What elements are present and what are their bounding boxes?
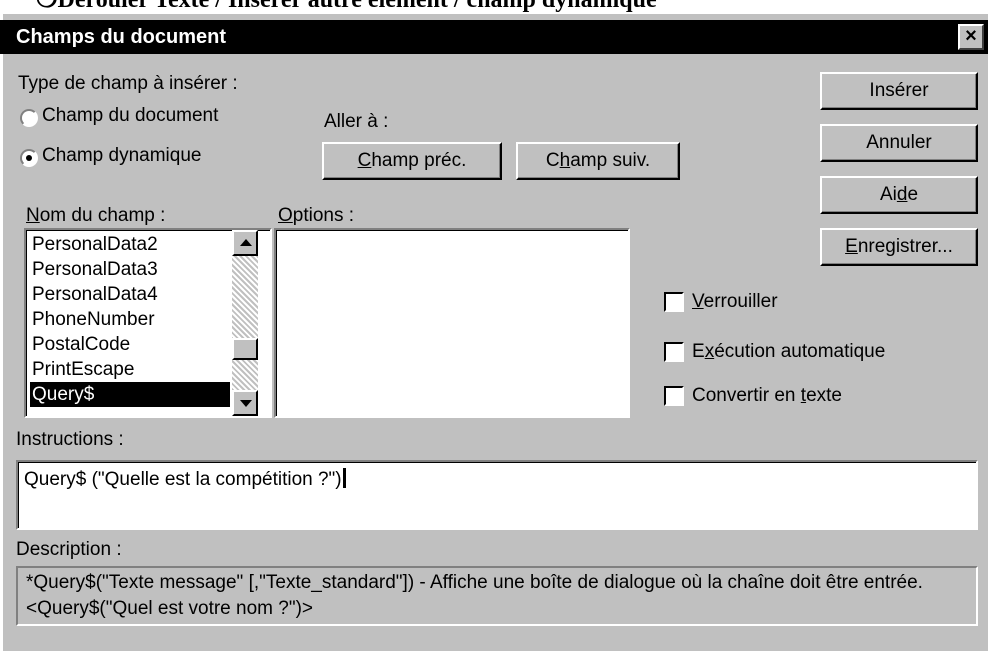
label-text: Convertir en	[692, 385, 801, 406]
label-text: exte	[806, 385, 842, 406]
title-bar[interactable]: Champs du document ×	[0, 20, 988, 54]
button-label-part: hamp préc.	[371, 150, 467, 171]
button-label-part: Ai	[879, 184, 897, 205]
button-hotkey: d	[896, 184, 908, 205]
list-item[interactable]: PersonalData4	[30, 282, 230, 307]
label-hotkey: O	[278, 205, 293, 226]
save-button[interactable]: Enregistrer...	[820, 228, 978, 266]
checkbox-icon	[664, 386, 684, 406]
button-hotkey: h	[559, 150, 571, 171]
list-item[interactable]: PersonalData2	[30, 232, 230, 257]
radio-button-icon	[20, 109, 38, 127]
button-label-part: e	[907, 184, 919, 205]
instructions-label: Instructions :	[16, 429, 124, 450]
button-hotkey: E	[845, 236, 858, 257]
vertical-scrollbar[interactable]	[232, 230, 258, 416]
instructions-text: Query$ ("Quelle est la compétition ?")	[24, 468, 346, 492]
label-text: écution automatique	[714, 341, 886, 362]
field-type-label: Type de champ à insérer :	[18, 73, 238, 94]
description-label: Description :	[16, 539, 122, 560]
list-item[interactable]: PrintEscape	[30, 357, 230, 382]
bullet-icon: ❍	[36, 0, 58, 13]
label-text: om du champ :	[39, 205, 166, 226]
label-hotkey: x	[704, 341, 715, 362]
options-label: Options :	[278, 204, 354, 228]
scroll-up-button[interactable]	[232, 230, 258, 256]
options-list[interactable]	[274, 228, 630, 418]
insert-label: Insérer	[869, 80, 929, 101]
label-text: E	[692, 341, 705, 362]
checkbox-label: Verrouiller	[692, 290, 778, 314]
label-text: ptions :	[292, 205, 355, 226]
checkbox-icon	[664, 342, 684, 362]
checkbox-label: Exécution automatique	[692, 340, 885, 364]
arrow-up-icon	[240, 239, 252, 246]
radio-label: Champ dynamique	[42, 145, 202, 166]
button-label-part: nregistrer...	[857, 236, 953, 257]
close-icon[interactable]: ×	[958, 24, 984, 50]
label-hotkey: V	[692, 291, 704, 312]
page-caption-text: Dérouler Texte / Insérer autre élément /…	[57, 0, 657, 13]
scroll-thumb[interactable]	[232, 338, 258, 360]
checkbox-label: Convertir en texte	[692, 384, 842, 408]
list-item-selected[interactable]: Query$	[30, 382, 230, 407]
description-text: *Query$("Texte message" [,"Texte_standar…	[26, 572, 923, 619]
radio-button-icon	[20, 149, 38, 167]
field-name-label: Nom du champ :	[26, 204, 165, 228]
convert-checkbox[interactable]: Convertir en texte	[664, 384, 964, 410]
help-button[interactable]: Aide	[820, 176, 978, 214]
insert-button[interactable]: Insérer	[820, 72, 978, 110]
previous-field-button[interactable]: Champ préc.	[322, 142, 502, 180]
radio-label: Champ du document	[42, 105, 219, 126]
checkbox-icon	[664, 292, 684, 312]
lock-checkbox[interactable]: Verrouiller	[664, 290, 864, 316]
list-item[interactable]: PhoneNumber	[30, 307, 230, 332]
cancel-button[interactable]: Annuler	[820, 124, 978, 162]
text-caret	[342, 468, 346, 488]
radio-document-field[interactable]: Champ du document	[18, 104, 278, 130]
dialog-title: Champs du document	[16, 26, 227, 48]
list-item[interactable]: PersonalData3	[30, 257, 230, 282]
list-item[interactable]: PostalCode	[30, 332, 230, 357]
cancel-label: Annuler	[866, 132, 932, 153]
radio-dynamic-field[interactable]: Champ dynamique	[18, 144, 278, 170]
description-box: *Query$("Texte message" [,"Texte_standar…	[16, 566, 978, 626]
page-caption: ❍Dérouler Texte / Insérer autre élément …	[36, 0, 657, 14]
scroll-down-button[interactable]	[232, 390, 258, 416]
button-label-part: C	[545, 150, 560, 171]
next-field-button[interactable]: Champ suiv.	[516, 142, 680, 180]
autoexec-checkbox[interactable]: Exécution automatique	[664, 340, 964, 366]
label-text: errouiller	[703, 291, 778, 312]
field-name-list[interactable]: PersonalData2 PersonalData3 PersonalData…	[24, 228, 272, 418]
goto-label: Aller à :	[324, 111, 389, 132]
arrow-down-icon	[240, 400, 252, 407]
label-hotkey: N	[26, 205, 40, 226]
instructions-input[interactable]: Query$ ("Quelle est la compétition ?")	[16, 460, 978, 530]
button-label-part: amp suiv.	[570, 150, 651, 171]
button-hotkey: C	[357, 150, 372, 171]
instructions-value: Query$ ("Quelle est la compétition ?")	[24, 469, 342, 490]
